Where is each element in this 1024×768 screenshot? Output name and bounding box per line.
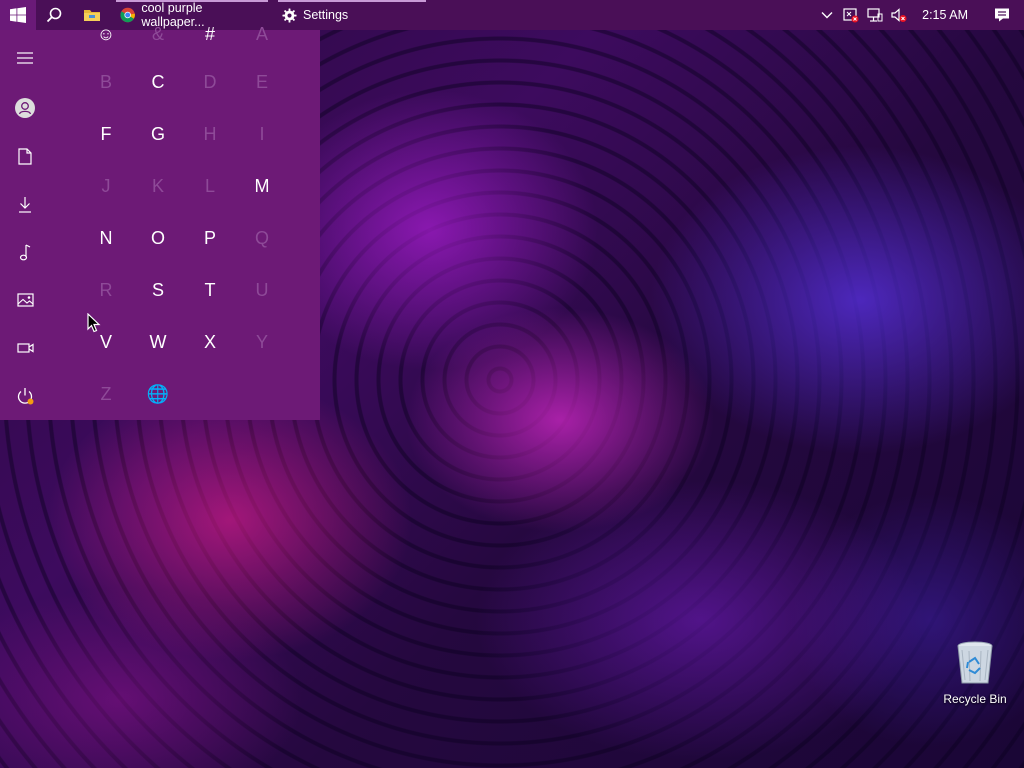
network-button[interactable]: [864, 0, 886, 30]
letter-l[interactable]: L: [184, 160, 236, 212]
letter-r[interactable]: R: [80, 264, 132, 316]
letter-o[interactable]: O: [132, 212, 184, 264]
network-icon: [867, 8, 883, 22]
downloads-button[interactable]: [0, 184, 50, 224]
letter-n[interactable]: N: [80, 212, 132, 264]
letter-s[interactable]: S: [132, 264, 184, 316]
documents-button[interactable]: [0, 136, 50, 176]
taskbar-app-label: Settings: [303, 8, 349, 22]
letter-g[interactable]: G: [132, 108, 184, 160]
letter-grid: ☺ & # A B C D E F G H I J K L M N O P Q R S T U V W X Y Z 🌐: [80, 24, 310, 420]
letter-z[interactable]: Z: [80, 368, 132, 420]
letter-y[interactable]: Y: [236, 316, 288, 368]
clock[interactable]: 2:15 AM: [912, 8, 982, 22]
user-avatar-icon: [15, 98, 35, 118]
taskbar-app-settings[interactable]: Settings: [276, 0, 428, 30]
notification-icon: [995, 8, 1009, 22]
letter-other[interactable]: 🌐: [132, 368, 184, 420]
security-warning-icon: [843, 8, 859, 23]
document-icon: [18, 147, 32, 165]
letter-&[interactable]: &: [132, 8, 184, 60]
tray-app-button[interactable]: [840, 0, 862, 30]
letter-p[interactable]: P: [184, 212, 236, 264]
recycle-bin[interactable]: Recycle Bin: [940, 640, 1010, 706]
letter-k[interactable]: K: [132, 160, 184, 212]
recycle-bin-label: Recycle Bin: [943, 692, 1007, 706]
letter-q[interactable]: Q: [236, 212, 288, 264]
letter-b[interactable]: B: [80, 56, 132, 108]
system-tray: 2:15 AM: [816, 0, 1024, 30]
music-button[interactable]: [0, 232, 50, 272]
search-icon: [46, 7, 62, 23]
letter-j[interactable]: J: [80, 160, 132, 212]
recycle-bin-icon: [957, 641, 993, 684]
pictures-button[interactable]: [0, 280, 50, 320]
search-button[interactable]: [36, 0, 72, 30]
letter-i[interactable]: I: [236, 108, 288, 160]
volume-muted-icon: [891, 8, 907, 22]
letter-e[interactable]: E: [236, 56, 288, 108]
letter-m[interactable]: M: [236, 160, 288, 212]
download-icon: [19, 196, 31, 213]
letter-t[interactable]: T: [184, 264, 236, 316]
volume-button[interactable]: [888, 0, 910, 30]
expand-menu-button[interactable]: [0, 38, 50, 78]
show-hidden-icons-button[interactable]: [816, 0, 838, 30]
letter-x[interactable]: X: [184, 316, 236, 368]
power-button[interactable]: [0, 376, 50, 416]
letter-a[interactable]: A: [236, 8, 288, 60]
start-button[interactable]: [0, 0, 36, 30]
user-account-button[interactable]: [0, 88, 50, 128]
start-menu-rail: [0, 30, 50, 420]
picture-icon: [16, 293, 34, 307]
videos-button[interactable]: [0, 328, 50, 368]
video-camera-icon: [16, 343, 34, 353]
music-note-icon: [19, 243, 31, 260]
letter-f[interactable]: F: [80, 108, 132, 160]
letter-w[interactable]: W: [132, 316, 184, 368]
letter-d[interactable]: D: [184, 56, 236, 108]
letter-emoji[interactable]: ☺: [80, 8, 132, 60]
chevron-up-icon: [821, 12, 833, 19]
hamburger-icon: [17, 52, 33, 64]
letter-#[interactable]: #: [184, 8, 236, 60]
windows-logo-icon: [10, 7, 26, 23]
letter-h[interactable]: H: [184, 108, 236, 160]
letter-u[interactable]: U: [236, 264, 288, 316]
letter-c[interactable]: C: [132, 56, 184, 108]
action-center-button[interactable]: [984, 0, 1020, 30]
mouse-cursor-icon: [87, 313, 101, 333]
start-menu: ☺ & # A B C D E F G H I J K L M N O P Q R S T U V W X Y Z 🌐: [0, 24, 320, 420]
power-icon: [17, 388, 34, 405]
